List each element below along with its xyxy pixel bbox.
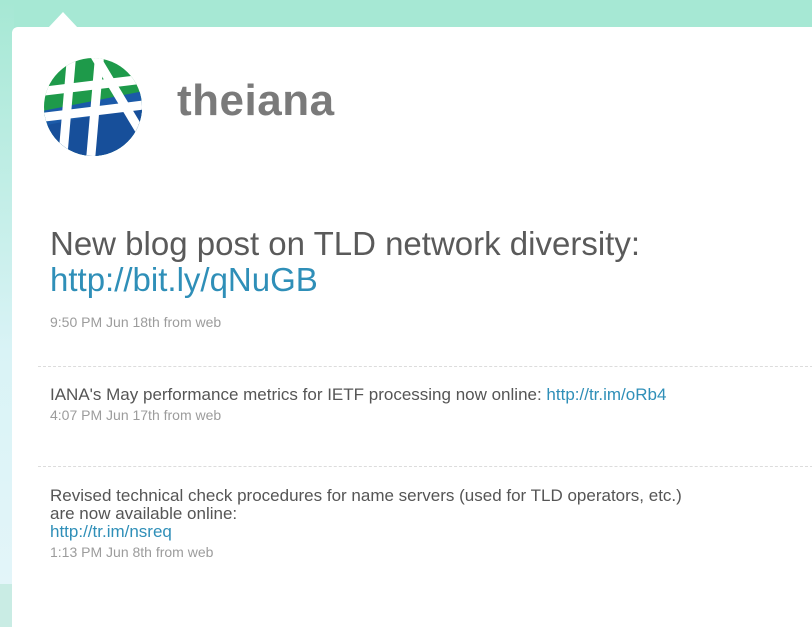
timeline-item-meta: 1:13 PM Jun 8th from web xyxy=(50,544,214,560)
main-tweet-link[interactable]: http://bit.ly/qNuGB xyxy=(50,261,318,298)
iana-logo-avatar[interactable] xyxy=(42,56,144,158)
speech-caret xyxy=(48,12,78,28)
main-tweet-text: New blog post on TLD network diversity: … xyxy=(50,226,690,298)
screen-name[interactable]: theiana xyxy=(177,76,335,126)
timeline-item-text: Revised technical check procedures for n… xyxy=(50,486,682,523)
main-tweet-meta: 9:50 PM Jun 18th from web xyxy=(50,314,222,330)
timeline-item: IANA's May performance metrics for IETF … xyxy=(50,386,690,426)
timeline-item-text: IANA's May performance metrics for IETF … xyxy=(50,385,547,404)
timeline-item-link[interactable]: http://tr.im/nsreq xyxy=(50,523,690,541)
timeline-item-meta: 4:07 PM Jun 17th from web xyxy=(50,407,222,423)
timeline-item-link[interactable]: http://tr.im/oRb4 xyxy=(546,385,666,404)
divider xyxy=(38,466,812,467)
timeline-item: Revised technical check procedures for n… xyxy=(50,487,690,563)
page-background-top xyxy=(0,0,812,28)
main-tweet-body: New blog post on TLD network diversity: xyxy=(50,225,640,262)
divider xyxy=(38,366,812,367)
